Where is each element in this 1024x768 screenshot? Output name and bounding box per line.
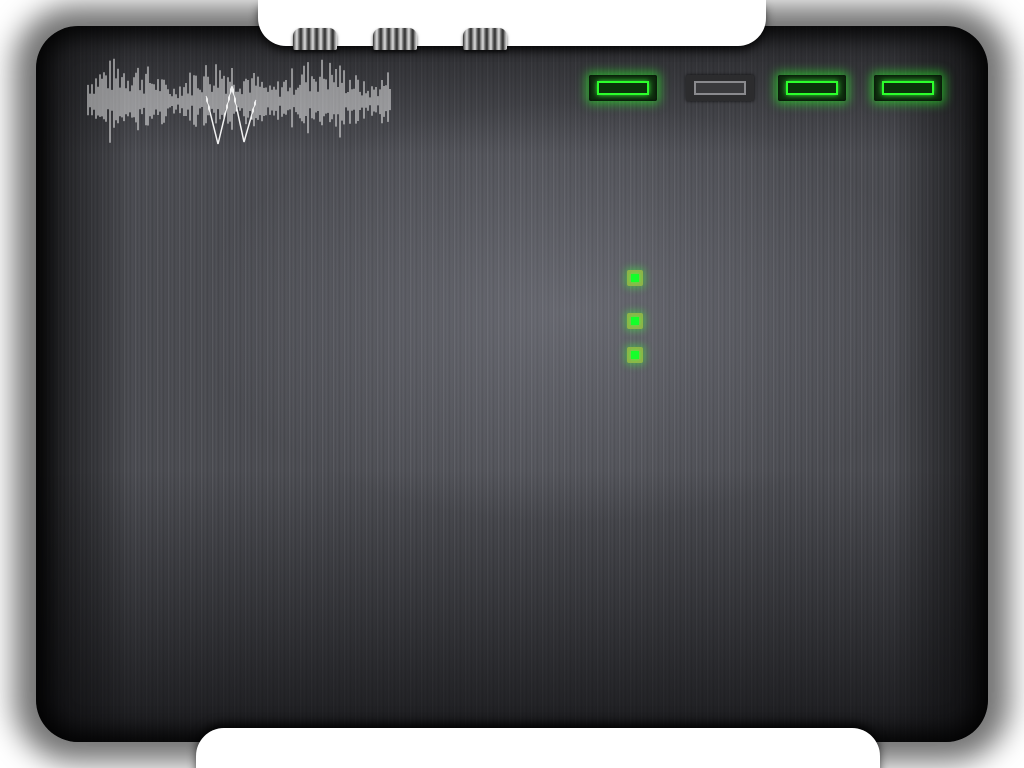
bottom-notch xyxy=(196,728,880,768)
toggle-button-1[interactable] xyxy=(589,75,657,101)
toggle-button-3[interactable] xyxy=(778,75,846,101)
indicator-led-1 xyxy=(627,270,643,286)
device-stage xyxy=(0,0,1024,768)
toggle-2-light xyxy=(694,81,746,95)
toggle-3-light xyxy=(786,81,838,95)
waveform-icon xyxy=(87,58,391,145)
knob-2[interactable] xyxy=(373,28,417,50)
toggle-1-light xyxy=(597,81,649,95)
toggle-button-4[interactable] xyxy=(874,75,942,101)
indicator-led-3 xyxy=(627,347,643,363)
indicator-led-2 xyxy=(627,313,643,329)
knob-3[interactable] xyxy=(463,28,507,50)
knob-1[interactable] xyxy=(293,28,337,50)
toggle-button-2[interactable] xyxy=(686,75,754,101)
toggle-4-light xyxy=(882,81,934,95)
